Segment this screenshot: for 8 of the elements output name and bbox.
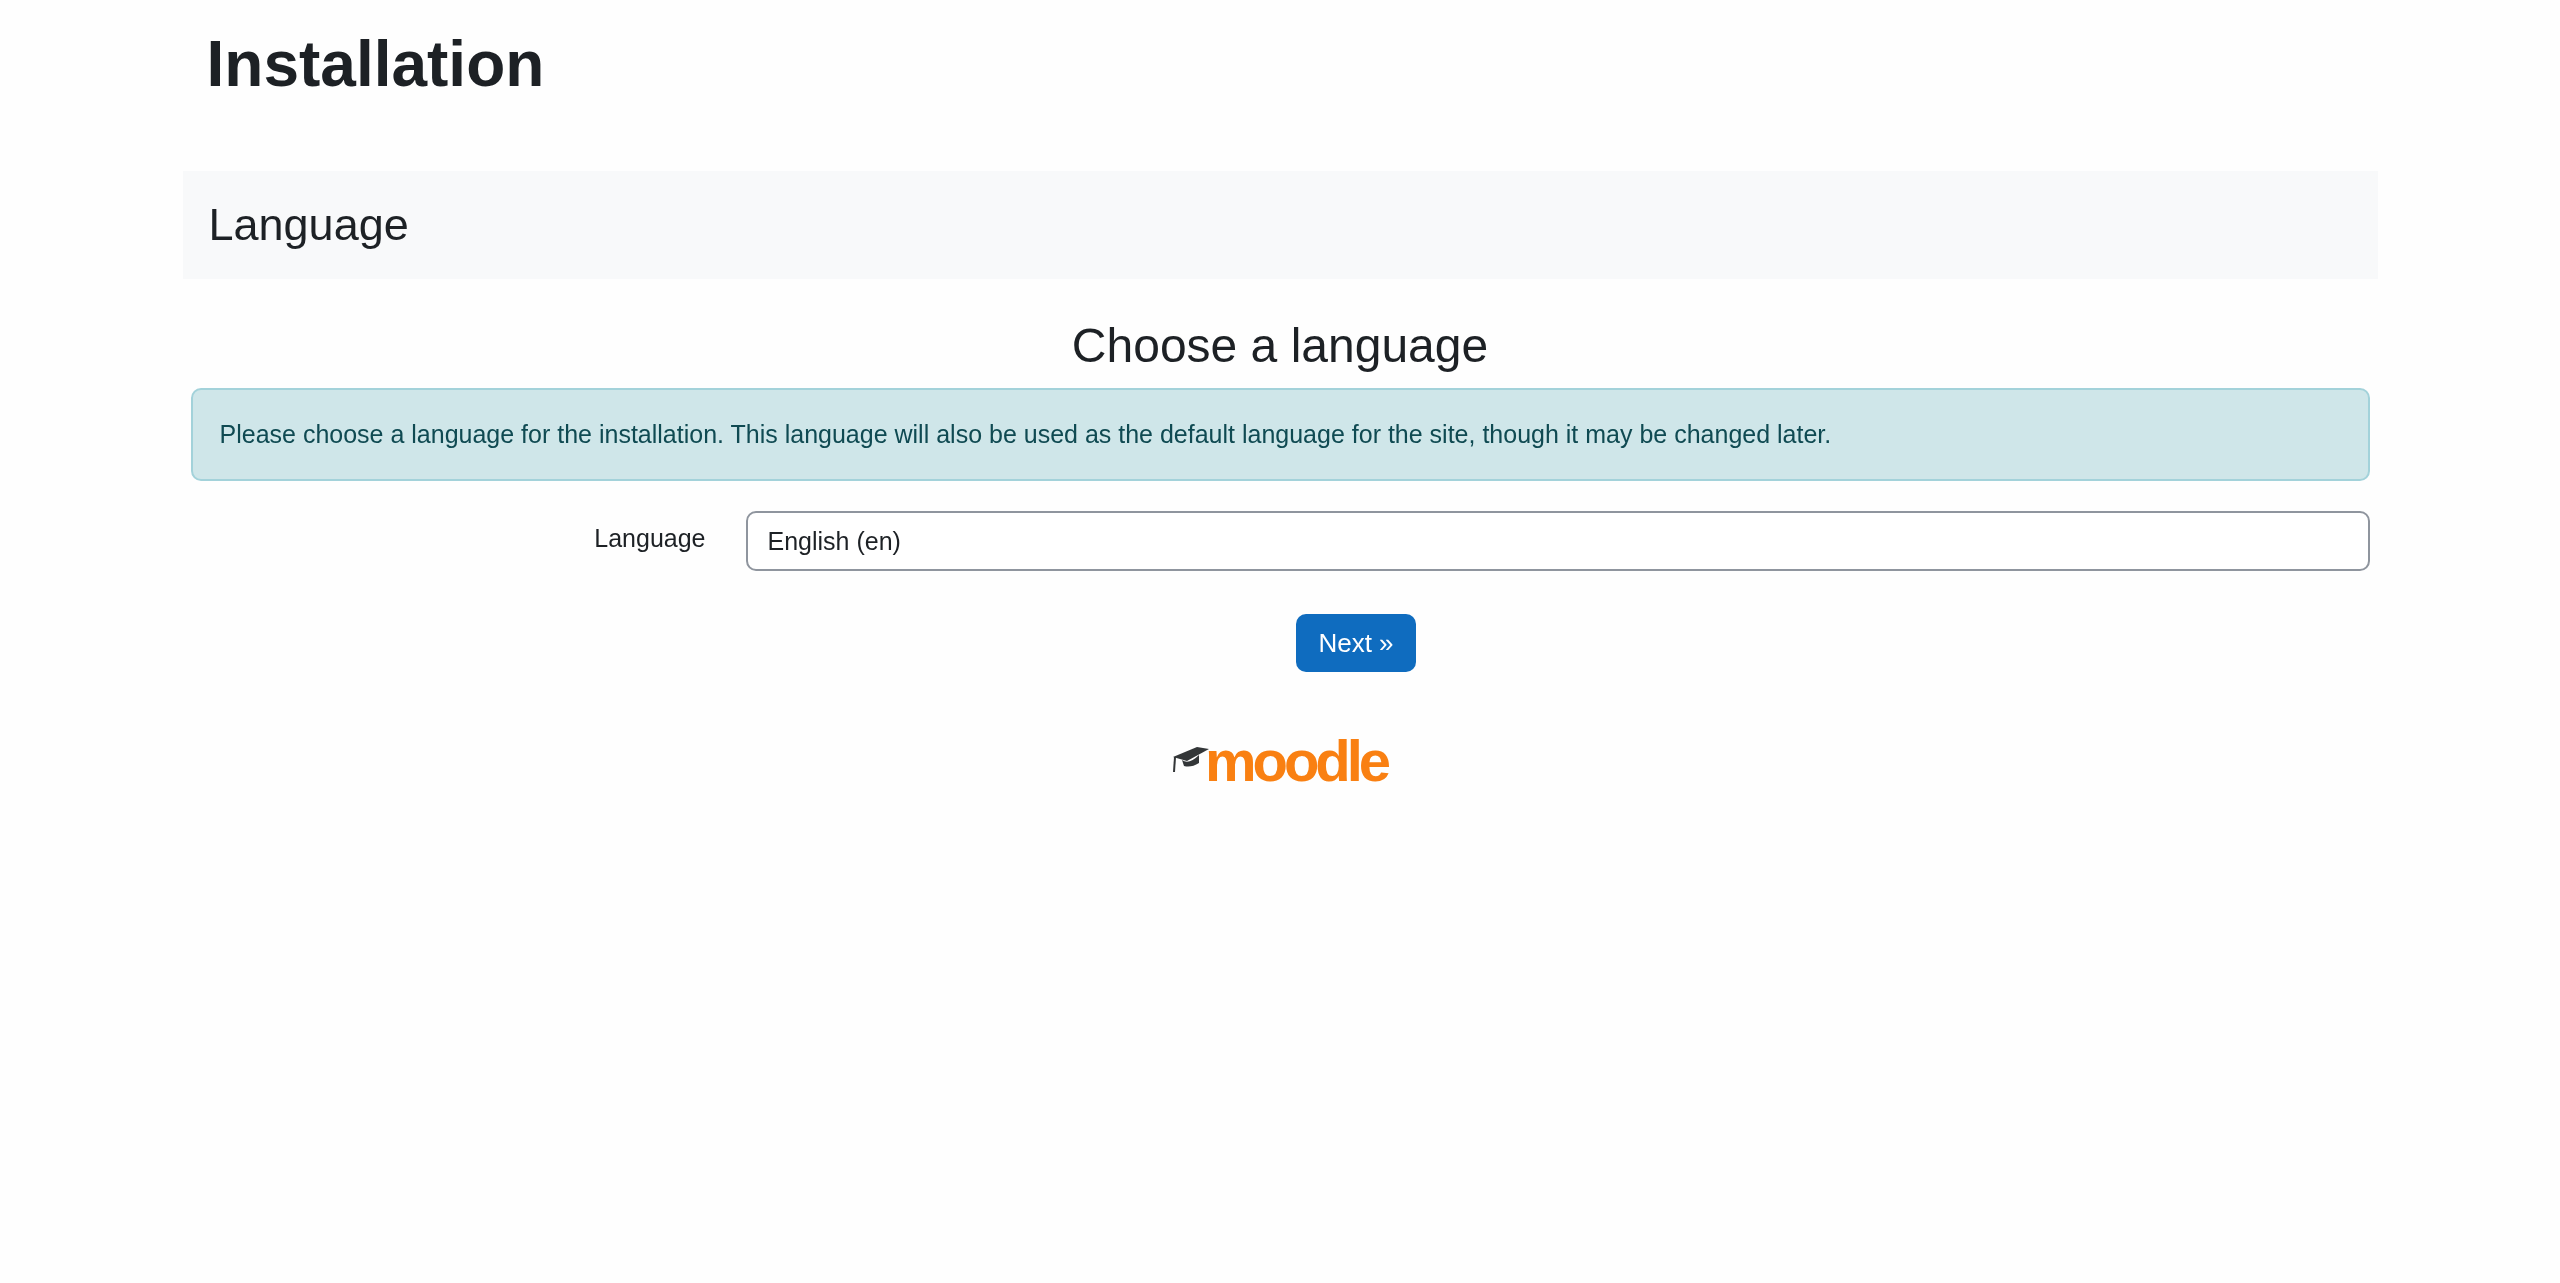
logo-wordmark: moodle bbox=[1204, 732, 1388, 791]
next-button[interactable]: Next » bbox=[1296, 614, 1416, 673]
section-title: Language bbox=[208, 197, 409, 252]
form-heading: Choose a language bbox=[1071, 317, 1489, 374]
info-notice: Please choose a language for the installation. This language will also be used as the default language for the site, though it may be changed later. bbox=[190, 388, 2370, 482]
page-title: Installation bbox=[206, 27, 545, 102]
field-label: Language bbox=[594, 523, 706, 554]
language-field[interactable]: English (en) bbox=[745, 511, 2370, 572]
